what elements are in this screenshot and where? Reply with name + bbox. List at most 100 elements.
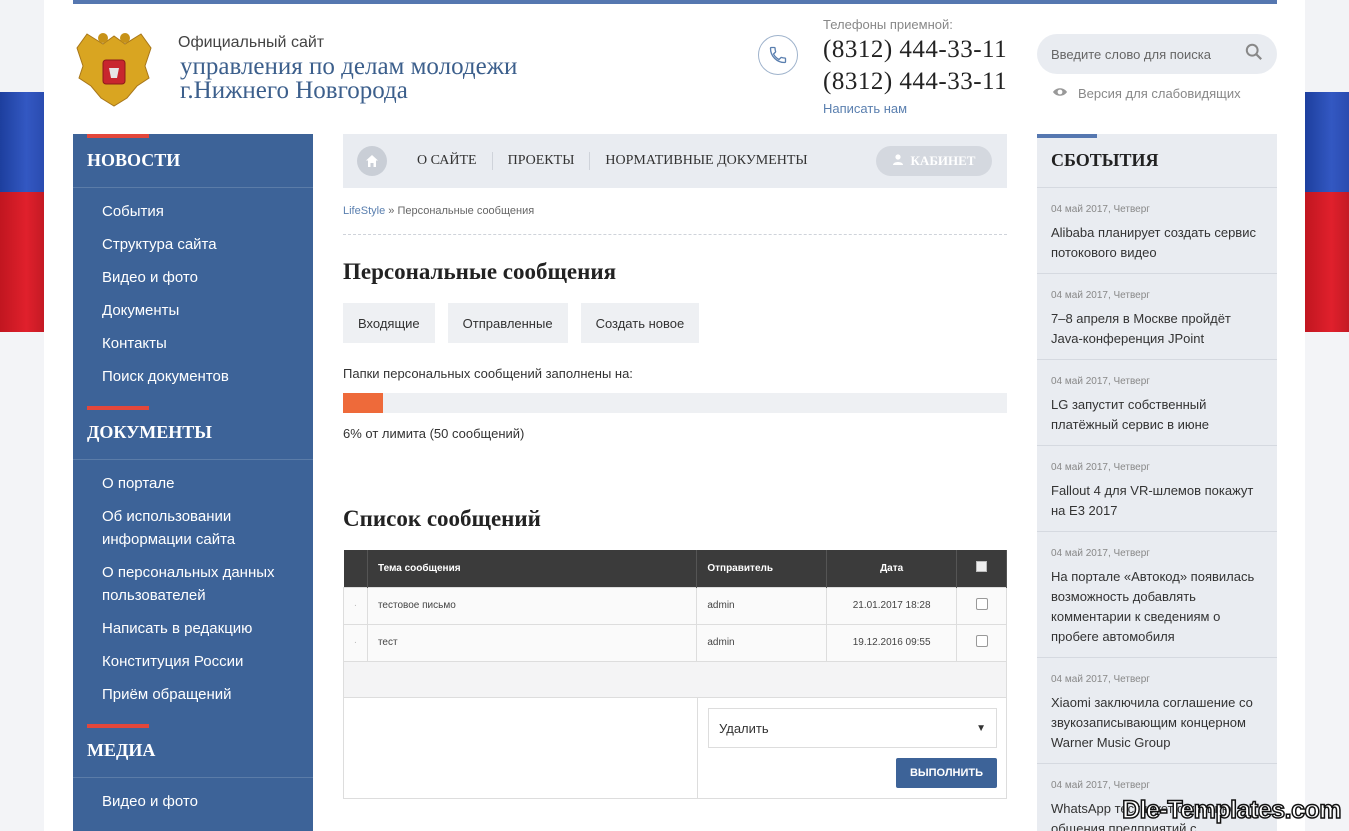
sidebar-item-video-photo[interactable]: Видео и фото <box>102 266 313 289</box>
event-text[interactable]: На портале «Автокод» появилась возможнос… <box>1051 567 1263 647</box>
cabinet-button[interactable]: КАБИНЕТ <box>876 146 992 176</box>
sidebar-item-contacts[interactable]: Контакты <box>102 332 313 355</box>
message-sender[interactable]: admin <box>696 623 828 662</box>
event-item[interactable]: 04 май 2017, Четверг Xiaomi заключила со… <box>1037 658 1277 764</box>
sidebar-item-personal-data[interactable]: О персональных данных пользователей <box>102 561 313 607</box>
sidebar-section-media: МЕДИА Видео и фото <box>73 724 313 831</box>
low-vision-link[interactable]: Версия для слабовидящих <box>1052 86 1241 101</box>
sidebar-item-doc-search[interactable]: Поиск документов <box>102 365 313 388</box>
row-checkbox-cell <box>956 586 1007 625</box>
sidebar-item-events[interactable]: События <box>102 200 313 223</box>
event-date: 04 май 2017, Четверг <box>1051 290 1150 301</box>
event-date: 04 май 2017, Четверг <box>1051 780 1150 791</box>
tab-create-new[interactable]: Создать новое <box>580 303 700 343</box>
event-item[interactable]: 04 май 2017, Четверг LG запустит собстве… <box>1037 360 1277 446</box>
nav-projects[interactable]: ПРОЕКТЫ <box>493 152 591 170</box>
cabinet-label: КАБИНЕТ <box>910 153 976 168</box>
events-title: СБОТЫТИЯ <box>1037 134 1277 188</box>
search-box <box>1037 34 1277 74</box>
event-date: 04 май 2017, Четверг <box>1051 548 1150 559</box>
select-all-checkbox[interactable] <box>976 561 988 573</box>
search-icon[interactable] <box>1245 43 1263 66</box>
row-checkbox[interactable] <box>975 598 988 610</box>
header-subject[interactable]: Тема сообщения <box>367 550 698 587</box>
table-header-row: Тема сообщения Отправитель Дата <box>343 550 1007 587</box>
message-sender[interactable]: admin <box>696 586 828 625</box>
nav-regulations[interactable]: НОРМАТИВНЫЕ ДОКУМЕНТЫ <box>590 152 822 170</box>
search-input[interactable] <box>1051 46 1231 62</box>
top-strip <box>73 0 1277 4</box>
site-pre-title: Официальный сайт <box>178 34 325 51</box>
header-select-all[interactable] <box>956 550 1007 587</box>
message-subject[interactable]: тест <box>366 623 698 662</box>
table-row[interactable]: · тест admin 19.12.2016 09:55 <box>343 623 1007 662</box>
sidebar-item-info-usage[interactable]: Об использовании информации сайта <box>102 505 313 551</box>
tab-inbox[interactable]: Входящие <box>343 303 435 343</box>
storage-progress <box>343 393 1007 413</box>
sidebar-title-documents: ДОКУМЕНТЫ <box>73 406 313 460</box>
event-date: 04 май 2017, Четверг <box>1051 674 1150 685</box>
event-text[interactable]: Alibaba планирует создать сервис потоков… <box>1051 223 1263 263</box>
limit-text: 6% от лимита (50 сообщений) <box>343 426 525 441</box>
home-icon[interactable] <box>357 146 387 176</box>
site-name[interactable]: управления по делам молодежи г.Нижнего Н… <box>180 53 518 104</box>
row-checkbox-cell <box>956 623 1007 662</box>
action-select-value: Удалить <box>719 720 769 736</box>
phones-label: Телефоны приемной: <box>823 17 953 32</box>
action-select[interactable]: Удалить ▼ <box>708 708 997 748</box>
page-title: Персональные сообщения <box>343 259 617 284</box>
divider <box>343 234 1007 235</box>
pm-tabs: Входящие Отправленные Создать новое <box>343 303 700 343</box>
event-item[interactable]: 04 май 2017, Четверг 7–8 апреля в Москве… <box>1037 274 1277 360</box>
storage-progress-fill <box>343 393 383 413</box>
write-us-link[interactable]: Написать нам <box>823 101 907 116</box>
sidebar-item-documents[interactable]: Документы <box>102 299 313 322</box>
site-name-line1: управления по делам молодежи <box>180 53 518 80</box>
event-item[interactable]: 04 май 2017, Четверг Fallout 4 для VR-шл… <box>1037 446 1277 532</box>
breadcrumb: LifeStyle » Персональные сообщения <box>343 205 534 217</box>
header-sender[interactable]: Отправитель <box>696 550 828 587</box>
header-date[interactable]: Дата <box>826 550 958 587</box>
flag-backdrop-right <box>1305 0 1349 831</box>
event-date: 04 май 2017, Четверг <box>1051 462 1150 473</box>
dropdown-arrow-icon: ▼ <box>976 722 986 734</box>
phone-number-2: (8312) 444-33-11 <box>823 68 1008 95</box>
event-text[interactable]: LG запустит собственный платёжный сервис… <box>1051 395 1263 435</box>
site-name-line2: г.Нижнего Новгорода <box>180 77 408 104</box>
low-vision-label: Версия для слабовидящих <box>1078 86 1241 101</box>
execute-button[interactable]: ВЫПОЛНИТЬ <box>896 758 997 788</box>
sidebar-item-site-structure[interactable]: Структура сайта <box>102 233 313 256</box>
main-nav: О САЙТЕ ПРОЕКТЫ НОРМАТИВНЫЕ ДОКУМЕНТЫ КА… <box>343 134 1007 188</box>
sidebar-item-about-portal[interactable]: О портале <box>102 472 313 495</box>
sidebar-item-write-editors[interactable]: Написать в редакцию <box>102 617 313 640</box>
flag-backdrop-left <box>0 0 44 831</box>
sidebar-item-media-video-photo[interactable]: Видео и фото <box>102 790 313 813</box>
coat-of-arms-logo[interactable] <box>73 26 155 112</box>
section-accent <box>87 134 149 138</box>
nav-about[interactable]: О САЙТЕ <box>402 152 493 170</box>
sidebar-item-constitution[interactable]: Конституция России <box>102 650 313 673</box>
left-sidebar: НОВОСТИ События Структура сайта Видео и … <box>73 134 313 831</box>
phone-icon <box>758 35 798 75</box>
message-subject[interactable]: тестовое письмо <box>366 586 698 625</box>
bulk-actions: Удалить ▼ ВЫПОЛНИТЬ <box>343 697 1007 799</box>
event-item[interactable]: 04 май 2017, Четверг Alibaba планирует с… <box>1037 188 1277 274</box>
list-title: Список сообщений <box>343 506 541 531</box>
watermark: Dle-Templates.com <box>1121 795 1342 825</box>
tab-sent[interactable]: Отправленные <box>447 303 568 343</box>
event-text[interactable]: Xiaomi заключила соглашение со звукозапи… <box>1051 693 1263 753</box>
table-row[interactable]: · тестовое письмо admin 21.01.2017 18:28 <box>343 586 1007 625</box>
eye-icon <box>1052 86 1068 101</box>
event-text[interactable]: Fallout 4 для VR-шлемов покажут на E3 20… <box>1051 481 1263 521</box>
event-item[interactable]: 04 май 2017, Четверг На портале «Автокод… <box>1037 532 1277 658</box>
event-text[interactable]: 7–8 апреля в Москве пройдёт Java-конфере… <box>1051 309 1263 349</box>
sidebar-item-appeals[interactable]: Приём обращений <box>102 683 313 706</box>
page: Официальный сайт управления по делам мол… <box>44 0 1305 831</box>
fill-label: Папки персональных сообщений заполнены н… <box>343 366 633 381</box>
breadcrumb-link[interactable]: LifeStyle <box>343 205 385 217</box>
breadcrumb-separator: » <box>385 205 398 217</box>
table-spacer-row <box>343 660 1007 698</box>
row-checkbox[interactable] <box>975 635 988 647</box>
row-marker: · <box>343 623 368 662</box>
event-date: 04 май 2017, Четверг <box>1051 204 1150 215</box>
